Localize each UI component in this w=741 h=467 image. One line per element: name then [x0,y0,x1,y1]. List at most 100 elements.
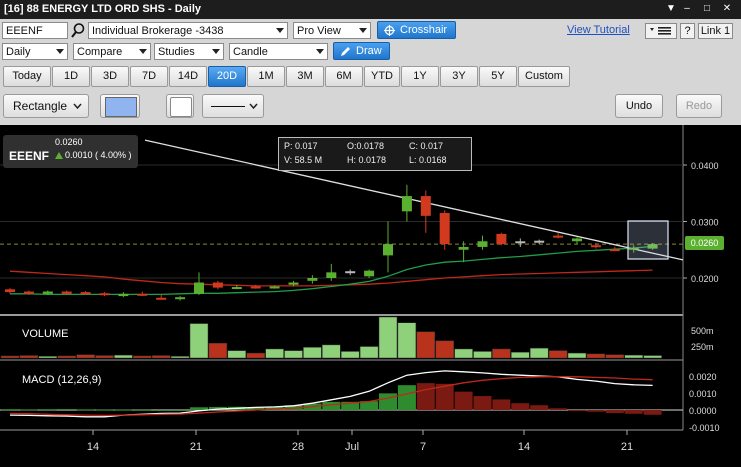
x-axis-label: 7 [420,441,426,453]
macd-axis-label: -0.0010 [689,423,720,433]
candle-body [326,272,337,278]
period-button-custom[interactable]: Custom [518,66,570,87]
stroke-color-swatch [105,97,137,117]
candle-body [137,293,148,296]
macd-histogram-bar [511,403,530,410]
close-icon[interactable]: ✕ [720,3,734,15]
period-button-1d[interactable]: 1D [52,66,90,87]
compare-select[interactable]: Compare [73,43,151,60]
view-select[interactable]: Pro View [293,22,371,39]
account-select[interactable]: Individual Brokerage -3438 [88,22,288,39]
symbol-input[interactable]: EEENF [2,22,68,39]
shape-select-label: Rectangle [13,99,68,113]
chart-type-select-label: Candle [233,46,268,58]
macd-histogram-bar [379,393,397,410]
search-icon[interactable] [70,22,86,39]
x-axis-label: 21 [621,441,633,453]
macd-histogram-bar [643,410,662,415]
pencil-icon [341,47,350,56]
stroke-color-picker[interactable] [100,94,140,118]
chevron-down-icon [316,49,324,54]
compare-select-label: Compare [77,46,123,58]
period-button-today[interactable]: Today [3,66,51,87]
price-axis-label: 0.0400 [691,161,719,171]
layout-menu-button[interactable] [645,23,677,39]
volume-bar [454,348,473,359]
rectangle-drawing [627,220,669,260]
maximize-icon[interactable]: □ [700,3,714,15]
interval-select[interactable]: Daily [2,43,68,60]
volume-bar [322,344,341,359]
line-style-select[interactable] [202,94,264,118]
candle-body [194,282,204,294]
macd-axis-label: 0.0010 [689,389,717,399]
macd-histogram-bar [586,410,605,412]
macd-histogram-bar [605,410,624,414]
shape-select[interactable]: Rectangle [3,94,89,118]
candle-body [420,196,431,216]
undo-button[interactable]: Undo [615,94,663,118]
volume-bar [208,342,228,359]
help-button[interactable]: ? [680,23,695,39]
period-button-7d[interactable]: 7D [130,66,168,87]
period-button-1y[interactable]: 1Y [401,66,439,87]
macd-histogram-bar [133,409,152,411]
title-bar: [16] 88 ENERGY LTD ORD SHS - Daily ▼ – □… [0,0,741,19]
candle-body [42,291,53,294]
volume-bar [284,350,303,359]
period-button-ytd[interactable]: YTD [364,66,400,87]
chevron-down-icon [73,103,82,110]
volume-bar [265,348,284,359]
period-button-3d[interactable]: 3D [91,66,129,87]
redo-button[interactable]: Redo [676,94,722,118]
period-button-6m[interactable]: 6M [325,66,363,87]
chart-type-select[interactable]: Candle [229,43,328,60]
drawing-toolbar: Rectangle Undo Redo [0,89,741,125]
candle-body [156,297,167,300]
candle-body [439,213,450,245]
toolbar-row-2: Daily Compare Studies Candle Draw [0,41,741,63]
volume-bar [170,356,190,359]
period-button-14d[interactable]: 14D [169,66,207,87]
price-axis-label: 0.0300 [691,218,719,228]
volume-bar [605,354,625,359]
macd-histogram-bar [57,408,76,410]
window-dropdown-icon[interactable]: ▼ [664,3,678,15]
volume-bars [0,316,662,359]
minimize-icon[interactable]: – [680,3,694,15]
period-button-1m[interactable]: 1M [247,66,285,87]
chart-canvas[interactable]: 0.0400 0.0300 0.0200 500m 250m 0.0020 0.0010 0.… [0,125,741,467]
volume-bar [114,354,133,359]
ohlc-close: C: 0.017 [409,141,444,151]
volume-bar [586,353,606,359]
macd-histogram-bar [76,409,95,411]
candle-body [477,241,488,247]
volume-bar [57,355,76,359]
chart-area[interactable]: 0.0400 0.0300 0.0200 500m 250m 0.0020 0.0010 0.… [0,125,741,467]
price-axis-label: 0.0200 [691,274,719,284]
ohlc-open: O:0.0178 [347,141,385,151]
volume-bar [567,352,587,359]
link-button[interactable]: Link 1 [698,23,733,39]
period-button-3m[interactable]: 3M [286,66,324,87]
volume-bar [397,322,417,359]
x-axis-label: Jul [345,441,359,453]
view-tutorial-link[interactable]: View Tutorial [567,24,630,36]
crosshair-button[interactable]: Crosshair [377,21,456,39]
arrow-up-icon [55,152,63,159]
fill-color-picker[interactable] [166,94,194,118]
draw-button[interactable]: Draw [333,42,390,60]
candle-body [269,286,280,289]
candle-body [401,196,412,212]
crosshair-button-label: Crosshair [400,24,448,36]
candle-body [5,289,15,293]
volume-bar [151,355,171,359]
period-button-5y[interactable]: 5Y [479,66,517,87]
period-button-3y[interactable]: 3Y [440,66,478,87]
studies-select[interactable]: Studies [154,43,224,60]
ohlc-volume: V: 58.5 M [284,155,323,165]
candle-body [23,291,34,294]
candle-body [345,271,356,274]
period-button-20d[interactable]: 20D [208,66,246,87]
macd-histogram-bar [38,409,57,411]
